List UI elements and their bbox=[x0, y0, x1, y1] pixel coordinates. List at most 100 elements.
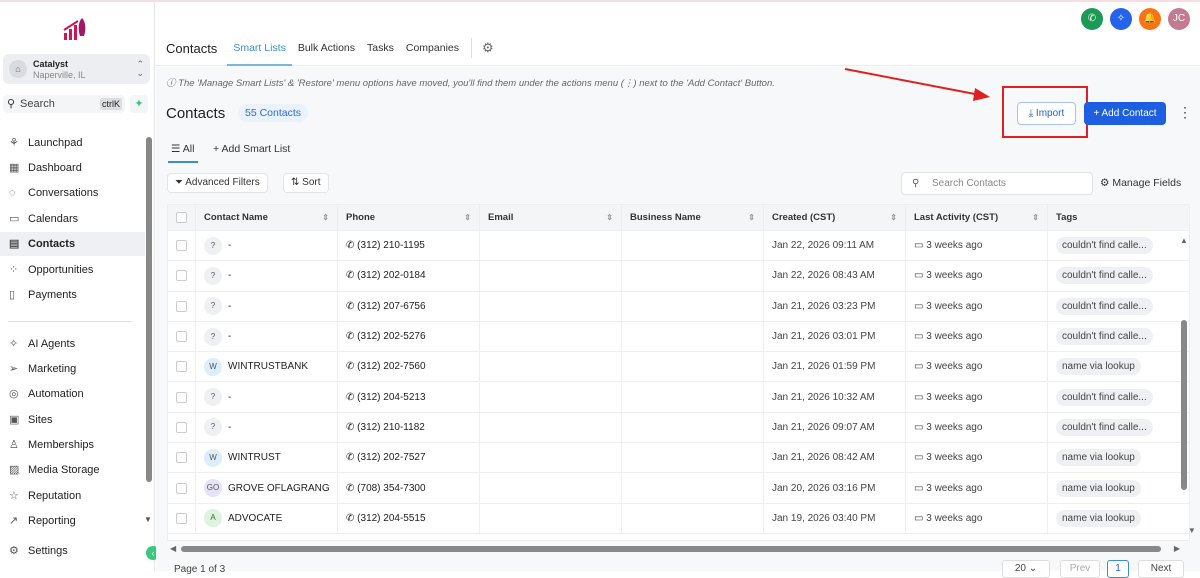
bell-icon[interactable]: 🔔 bbox=[1139, 8, 1161, 30]
sidebar-item-dashboard[interactable]: ▦ Dashboard bbox=[0, 156, 145, 180]
row-checkbox[interactable] bbox=[176, 452, 187, 464]
phone-cell[interactable]: ✆ (312) 210-1182 bbox=[338, 412, 480, 443]
phone-cell[interactable]: ✆ (312) 207-6756 bbox=[338, 291, 480, 321]
phone-cell[interactable]: ✆ (312) 202-0184 bbox=[338, 261, 480, 291]
column-header[interactable]: Business Name ⇕ bbox=[622, 205, 764, 230]
row-checkbox[interactable] bbox=[176, 421, 187, 433]
contact-name-cell[interactable]: ? - bbox=[196, 261, 338, 291]
table-row[interactable]: A ADVOCATE ✆ (312) 204-5515 Jan 19, 2026 … bbox=[168, 503, 1189, 534]
table-row[interactable]: ? - ✆ (312) 202-0184 Jan 22, 2026 08:43 A… bbox=[168, 261, 1189, 292]
sidebar-item-reporting[interactable]: ↗ Reporting bbox=[0, 509, 145, 533]
more-actions-icon[interactable]: ⋮ bbox=[1178, 104, 1192, 121]
row-checkbox[interactable] bbox=[176, 270, 187, 282]
add-contact-button[interactable]: + Add Contact bbox=[1084, 102, 1166, 125]
table-row[interactable]: W WINTRUSTBANK ✆ (312) 202-7560 Jan 21, 2… bbox=[168, 352, 1189, 383]
search-contacts-input[interactable]: ⚲ Search Contacts bbox=[901, 172, 1093, 195]
manage-fields-button[interactable]: ⚙ Manage Fields bbox=[1100, 177, 1181, 189]
ai-assistant-icon[interactable]: ✧ bbox=[1110, 8, 1132, 30]
smart-list-all[interactable]: ☰ All bbox=[167, 143, 199, 163]
sidebar-item-media-storage[interactable]: ▨ Media Storage bbox=[0, 458, 145, 482]
sidebar-item-conversations[interactable]: ◌ Conversations bbox=[0, 181, 145, 205]
tab-tasks[interactable]: Tasks bbox=[367, 40, 394, 56]
contact-name-cell[interactable]: ? - bbox=[196, 291, 338, 321]
contact-name-cell[interactable]: ? - bbox=[196, 412, 338, 443]
column-header[interactable]: Last Activity (CST) ⇕ bbox=[906, 205, 1048, 230]
column-label: Tags bbox=[1056, 212, 1078, 223]
email-cell bbox=[480, 473, 622, 503]
table-row[interactable]: ? - ✆ (312) 207-6756 Jan 21, 2026 03:23 P… bbox=[168, 291, 1189, 322]
contact-name-cell[interactable]: A ADVOCATE bbox=[196, 503, 338, 533]
row-checkbox[interactable] bbox=[176, 240, 187, 252]
table-row[interactable]: ? - ✆ (312) 202-5276 Jan 21, 2026 03:01 P… bbox=[168, 321, 1189, 353]
prev-page-button[interactable]: Prev bbox=[1060, 560, 1100, 578]
sidebar-item-calendars[interactable]: ▭ Calendars bbox=[0, 207, 145, 231]
contact-name-cell[interactable]: ? - bbox=[196, 231, 338, 261]
table-row[interactable]: GO GROVE OFLAGRANG ✆ (708) 354-7300 Jan 2… bbox=[168, 473, 1189, 504]
row-checkbox[interactable] bbox=[176, 331, 187, 343]
phone-cell[interactable]: ✆ (312) 204-5213 bbox=[338, 382, 480, 412]
sort-button[interactable]: ⇅ Sort bbox=[283, 173, 329, 193]
sidebar-item-contacts[interactable]: ▤ Contacts bbox=[0, 232, 145, 256]
per-page-select[interactable]: 20 ⌄ bbox=[1002, 560, 1050, 578]
column-header[interactable]: Tags bbox=[1048, 205, 1189, 230]
sidebar-item-reputation[interactable]: ☆ Reputation bbox=[0, 484, 145, 508]
row-checkbox[interactable] bbox=[176, 361, 187, 373]
advanced-filters-button[interactable]: ⏷ Advanced Filters bbox=[167, 173, 268, 193]
current-page-button[interactable]: 1 bbox=[1107, 560, 1129, 578]
column-header[interactable]: Contact Name ⇕ bbox=[196, 205, 338, 230]
email-cell bbox=[480, 352, 622, 382]
phone-cell[interactable]: ✆ (312) 202-7527 bbox=[338, 443, 480, 473]
table-row[interactable]: ? - ✆ (312) 210-1195 Jan 22, 2026 09:11 A… bbox=[168, 231, 1189, 262]
import-button[interactable]: ⤓ Import bbox=[1017, 102, 1076, 125]
location-sub: Naperville, IL bbox=[33, 70, 86, 80]
column-header[interactable]: Created (CST) ⇕ bbox=[764, 205, 906, 230]
row-checkbox[interactable] bbox=[176, 300, 187, 312]
phone-cell[interactable]: ✆ (312) 204-5515 bbox=[338, 503, 480, 533]
sidebar-item-payments[interactable]: ▯ Payments bbox=[0, 283, 145, 307]
sidebar-item-sites[interactable]: ▣ Sites bbox=[0, 408, 145, 432]
sidebar-item-opportunities[interactable]: ⁘ Opportunities bbox=[0, 258, 145, 282]
table-row[interactable]: W WINTRUST ✆ (312) 202-7527 Jan 21, 2026 … bbox=[168, 443, 1189, 474]
tab-smart-lists[interactable]: Smart Lists bbox=[227, 40, 292, 66]
contact-name-cell[interactable]: GO GROVE OFLAGRANG bbox=[196, 473, 338, 503]
sidebar-item-launchpad[interactable]: ⚘ Launchpad bbox=[0, 131, 145, 155]
user-avatar[interactable]: JC bbox=[1168, 8, 1190, 30]
select-all-checkbox[interactable] bbox=[176, 212, 187, 223]
sidebar-item-memberships[interactable]: ♙ Memberships bbox=[0, 433, 145, 457]
contact-name-cell[interactable]: W WINTRUST bbox=[196, 443, 338, 473]
gear-icon[interactable]: ⚙ bbox=[482, 38, 494, 58]
sidebar-item-automation[interactable]: ◎ Automation bbox=[0, 382, 145, 406]
row-checkbox[interactable] bbox=[176, 391, 187, 403]
table-row[interactable]: ? - ✆ (312) 210-1182 Jan 21, 2026 09:07 A… bbox=[168, 412, 1189, 444]
contact-name: ADVOCATE bbox=[228, 512, 283, 524]
horizontal-scrollbar[interactable]: ◀ ▶ bbox=[170, 544, 1180, 553]
tag-badge: couldn't find calle... bbox=[1056, 418, 1153, 436]
tab-bulk-actions[interactable]: Bulk Actions bbox=[298, 40, 355, 56]
tab-companies[interactable]: Companies bbox=[406, 40, 459, 56]
ai-sparkle-button[interactable]: ✦ bbox=[130, 95, 148, 113]
row-checkbox[interactable] bbox=[176, 482, 187, 494]
phone-cell[interactable]: ✆ (312) 202-5276 bbox=[338, 321, 480, 352]
contact-name-cell[interactable]: W WINTRUSTBANK bbox=[196, 352, 338, 382]
reporting-expand-icon[interactable]: ▼ bbox=[144, 515, 152, 524]
search-icon: ⚲ bbox=[7, 98, 16, 110]
phone-cell[interactable]: ✆ (312) 202-7560 bbox=[338, 352, 480, 382]
phone-cell[interactable]: ✆ (312) 210-1195 bbox=[338, 231, 480, 261]
contact-name-cell[interactable]: ? - bbox=[196, 321, 338, 352]
table-vertical-scrollbar[interactable]: ▲ ▼ bbox=[1180, 234, 1196, 535]
sidebar-item-marketing[interactable]: ➢ Marketing bbox=[0, 357, 145, 381]
phone-cell[interactable]: ✆ (708) 354-7300 bbox=[338, 473, 480, 503]
sidebar-scrollbar[interactable] bbox=[146, 137, 152, 482]
column-header[interactable]: Phone ⇕ bbox=[338, 205, 480, 230]
sidebar-search[interactable]: ⚲ Search ctrlK bbox=[3, 95, 125, 113]
location-switcher[interactable]: ⌂ Catalyst Naperville, IL ⌃ ⌄ bbox=[3, 54, 150, 84]
contact-name-cell[interactable]: ? - bbox=[196, 382, 338, 412]
phone-icon[interactable]: ✆ bbox=[1081, 8, 1103, 30]
sidebar-item-settings[interactable]: ⚙ Settings bbox=[0, 539, 145, 563]
column-header[interactable]: Email ⇕ bbox=[480, 205, 622, 230]
table-row[interactable]: ? - ✆ (312) 204-5213 Jan 21, 2026 10:32 A… bbox=[168, 382, 1189, 413]
add-smart-list-button[interactable]: + Add Smart List bbox=[213, 143, 290, 155]
sidebar-item-ai-agents[interactable]: ✧ AI Agents bbox=[0, 332, 145, 356]
next-page-button[interactable]: Next bbox=[1138, 560, 1184, 578]
row-checkbox[interactable] bbox=[176, 512, 187, 524]
